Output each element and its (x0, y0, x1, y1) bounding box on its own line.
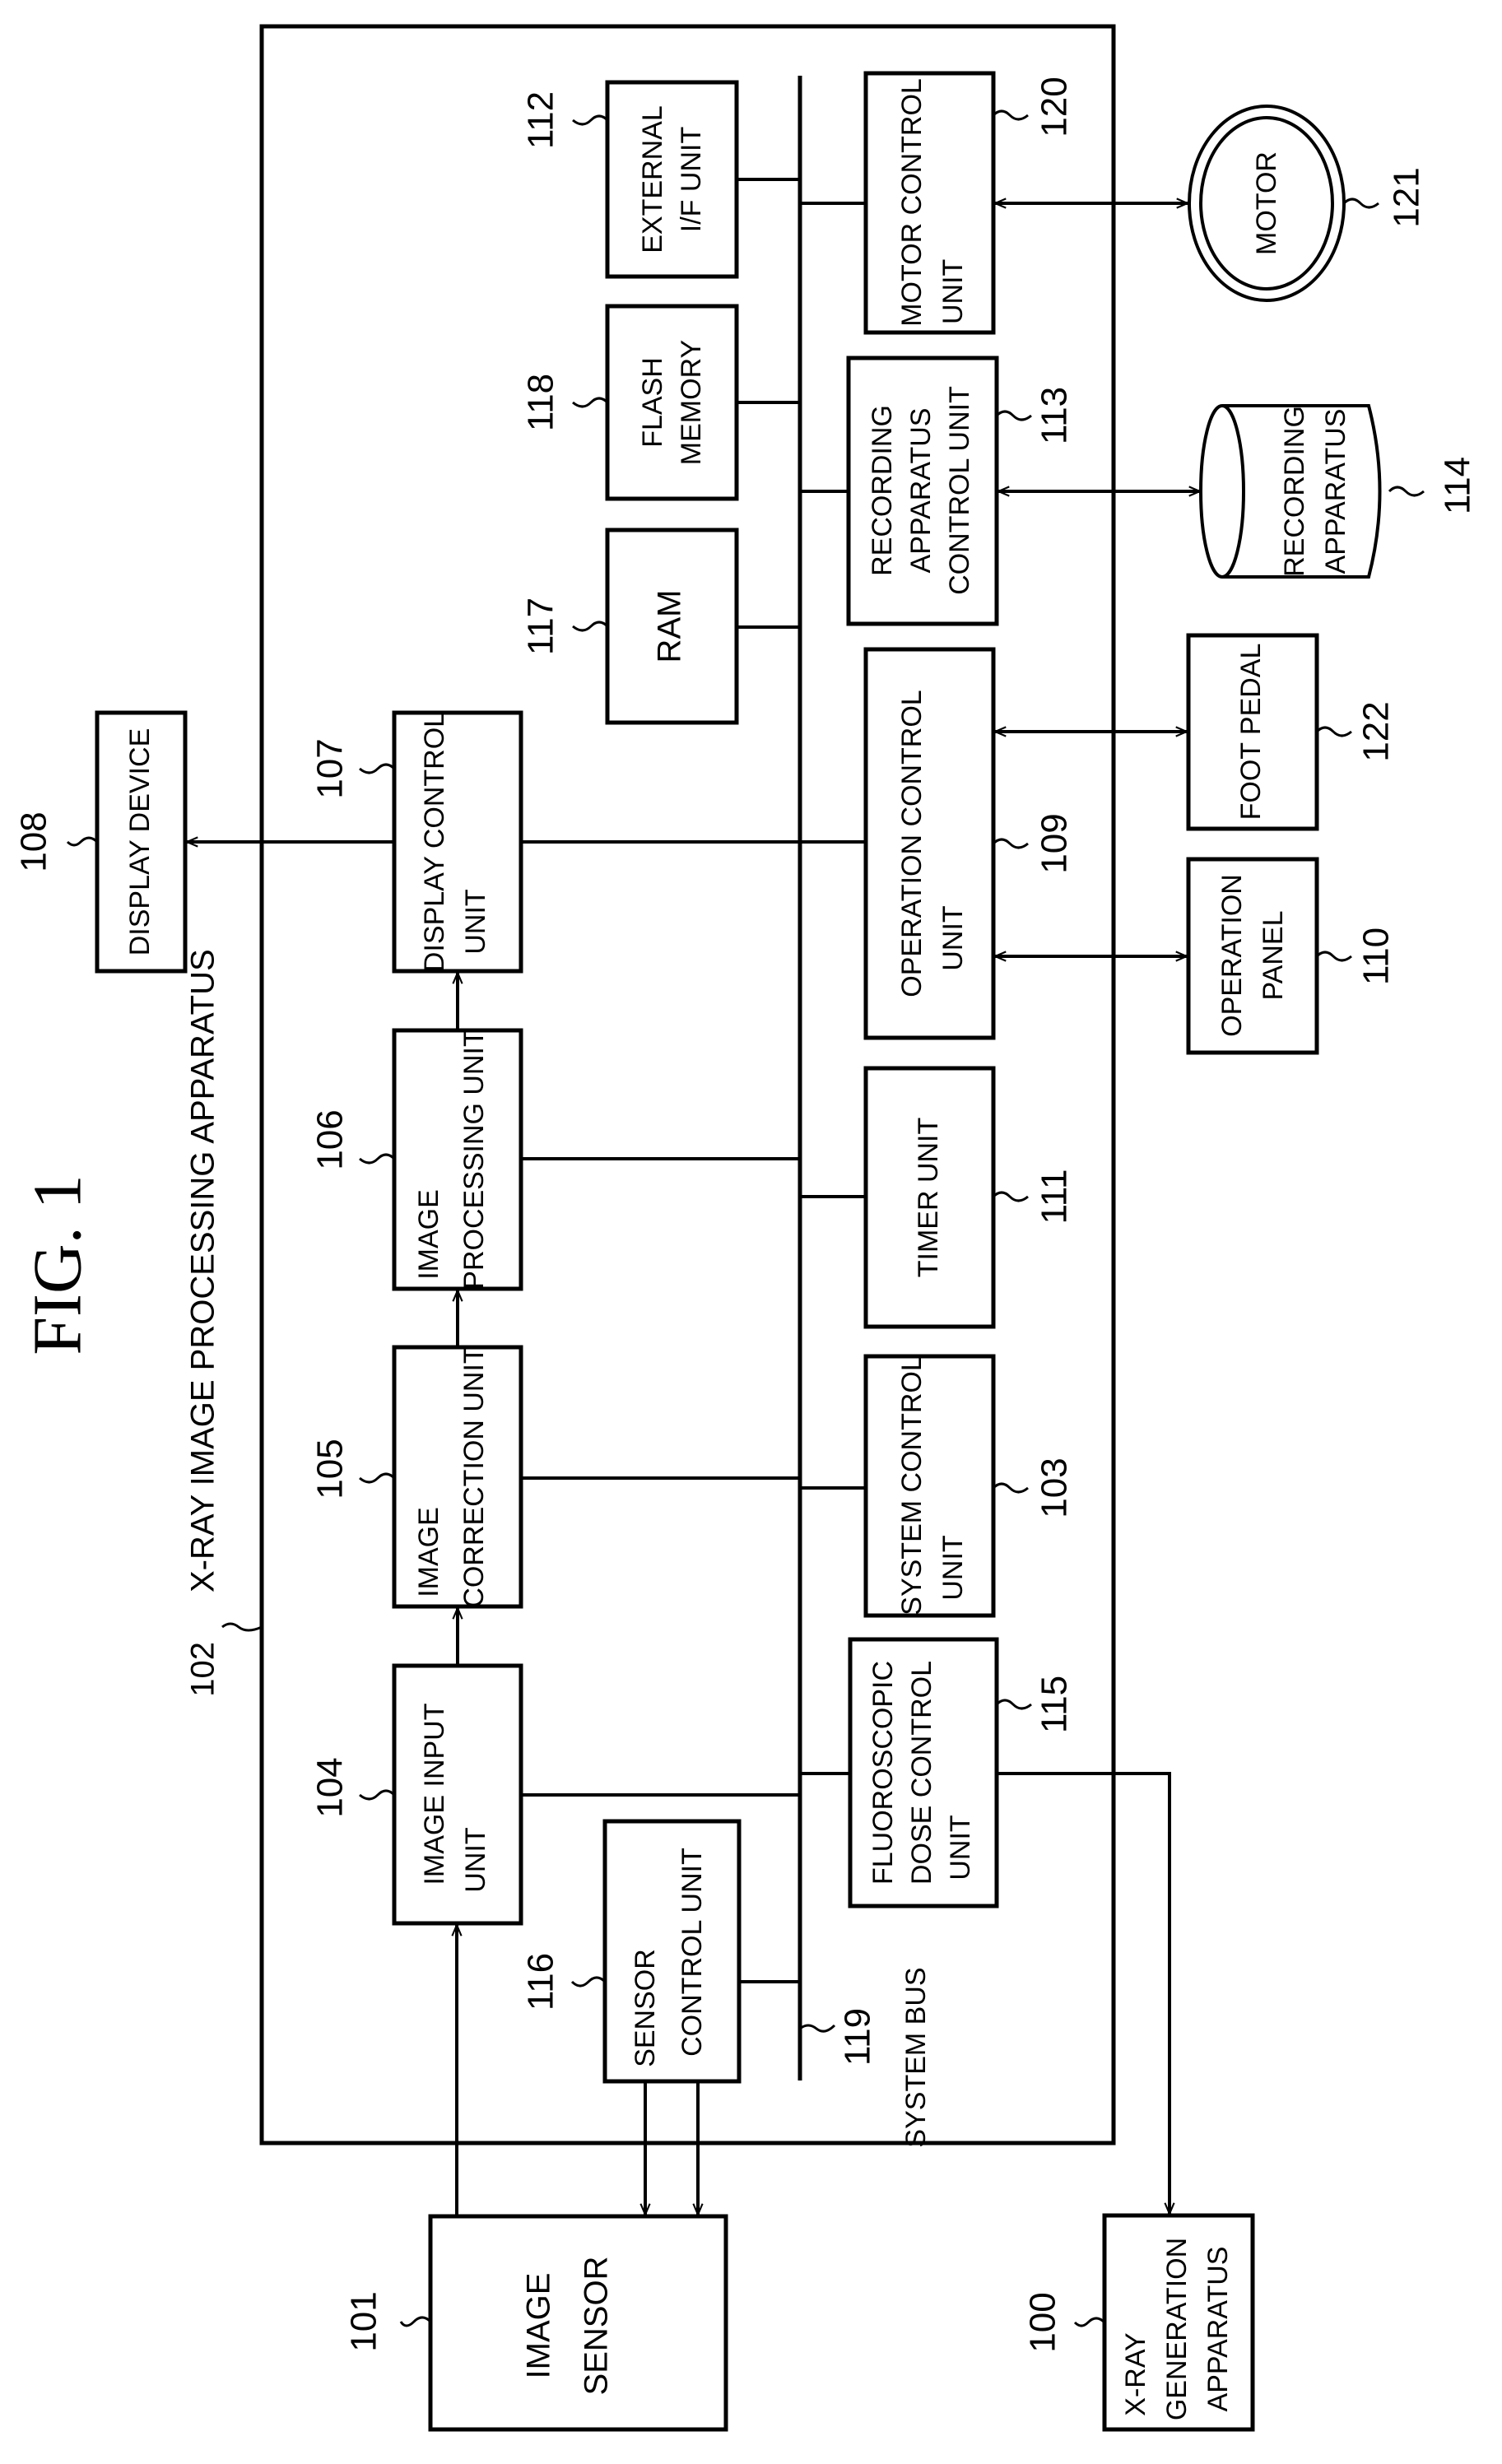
block-text: UNIT (460, 889, 491, 954)
ref-number: 111 (1035, 1169, 1075, 1225)
ref-number: 113 (1035, 387, 1075, 444)
ref-number: 112 (521, 91, 561, 149)
ref-number: 116 (521, 1953, 561, 2011)
block-text: RAM (652, 590, 688, 663)
arrow-fluoroscopic-to-xray (997, 1772, 1170, 2214)
ref-number: 114 (1438, 457, 1478, 514)
block-foot-pedal[interactable]: FOOT PEDAL 122 (1186, 633, 1397, 831)
block-text: IMAGE (413, 1189, 444, 1280)
block-image-processing[interactable]: IMAGE PROCESSING UNIT 106 (310, 1028, 523, 1291)
ref-number: 117 (521, 597, 561, 655)
block-timer[interactable]: TIMER UNIT 111 (863, 1066, 1075, 1329)
block-text: UNIT (945, 1815, 976, 1880)
block-text: APPARATUS (1320, 409, 1351, 574)
block-text: UNIT (937, 1535, 969, 1600)
ref-number: 107 (310, 738, 351, 798)
apparatus-ref: 102 (185, 1642, 221, 1697)
ref-number: 108 (14, 811, 54, 872)
block-text: OPERATION (1216, 874, 1248, 1037)
block-text: GENERATION (1161, 2238, 1193, 2420)
ref-number: 121 (1387, 167, 1427, 227)
block-text: OPERATION CONTROL (896, 690, 928, 997)
block-text: IMAGE (413, 1507, 444, 1597)
ref-number: 120 (1035, 77, 1075, 137)
apparatus-title: X-RAY IMAGE PROCESSING APPARATUS (185, 949, 221, 1592)
block-text: DISPLAY DEVICE (124, 728, 156, 956)
block-display-device[interactable]: DISPLAY DEVICE 108 (14, 710, 188, 974)
block-text: CONTROL UNIT (944, 386, 975, 595)
block-image-correction[interactable]: IMAGE CORRECTION UNIT 105 (310, 1345, 523, 1609)
ref-number: 100 (1023, 2292, 1063, 2352)
ref-number: 103 (1035, 1457, 1075, 1518)
block-flash-memory[interactable]: FLASH MEMORY 118 (521, 304, 739, 501)
block-text: MEMORY (676, 340, 707, 465)
block-text: APPARATUS (905, 408, 937, 574)
block-text: IMAGE (521, 2273, 557, 2379)
block-image-sensor[interactable]: IMAGE SENSOR 101 (344, 2214, 728, 2432)
block-text: X-RAY (1120, 2332, 1151, 2415)
block-text: DISPLAY CONTROL (419, 712, 450, 972)
block-text: EXTERNAL (637, 105, 668, 253)
block-operation-control[interactable]: OPERATION CONTROL UNIT 109 (863, 647, 1075, 1040)
block-motor[interactable]: MOTOR 121 (1188, 105, 1427, 302)
block-text: CORRECTION UNIT (458, 1346, 490, 1607)
block-ram[interactable]: RAM 117 (521, 528, 739, 725)
block-text: PANEL (1258, 911, 1289, 1001)
ref-number: 101 (344, 2291, 384, 2351)
ref-number: 105 (310, 1439, 351, 1499)
block-text: IMAGE INPUT (419, 1703, 450, 1885)
block-text: I/F UNIT (676, 127, 707, 232)
block-text: UNIT (937, 905, 969, 970)
system-bus-label: 119 SYSTEM BUS (799, 1967, 932, 2148)
block-text: FOOT PEDAL (1235, 644, 1267, 821)
block-text: DOSE CONTROL (906, 1661, 937, 1885)
system-bus-ref: 119 (838, 2008, 878, 2066)
block-external-if[interactable]: EXTERNAL I/F UNIT 112 (521, 80, 739, 279)
block-text: SYSTEM CONTROL (896, 1355, 928, 1615)
apparatus-leader (221, 1622, 263, 1632)
block-text: FLASH (637, 357, 668, 448)
block-recording-apparatus[interactable]: RECORDING APPARATUS 114 (1199, 404, 1478, 579)
ref-number: 110 (1356, 927, 1397, 985)
block-diagram: FIG. 1 102 X-RAY IMAGE PROCESSING APPARA… (14, 24, 1478, 2432)
ref-number: 104 (310, 1757, 351, 1817)
block-text: TIMER UNIT (913, 1118, 944, 1278)
block-text: SENSOR (579, 2257, 615, 2396)
figure-title: FIG. 1 (19, 1174, 95, 1355)
block-system-control[interactable]: SYSTEM CONTROL UNIT 103 (863, 1354, 1075, 1618)
block-text: APPARATUS (1202, 2247, 1234, 2412)
block-text: PROCESSING UNIT (458, 1030, 490, 1289)
ref-number: 118 (521, 374, 561, 431)
block-operation-panel[interactable]: OPERATION PANEL 110 (1186, 857, 1397, 1055)
block-text: MOTOR (1251, 151, 1282, 255)
block-text: UNIT (460, 1827, 491, 1892)
apparatus-label: 102 X-RAY IMAGE PROCESSING APPARATUS (185, 949, 263, 1697)
block-text: MOTOR CONTROL (896, 78, 928, 327)
ref-number: 109 (1035, 813, 1075, 873)
ref-number: 115 (1035, 1676, 1075, 1733)
system-bus-text: SYSTEM BUS (900, 1967, 932, 2147)
ref-number: 106 (310, 1109, 351, 1169)
block-text: RECORDING (1279, 406, 1310, 577)
block-xray-generation[interactable]: X-RAY GENERATION APPARATUS 100 (1023, 2213, 1255, 2432)
block-image-input[interactable]: IMAGE INPUT UNIT 104 (310, 1663, 523, 1926)
block-text: UNIT (937, 259, 969, 324)
block-text: CONTROL UNIT (677, 1848, 708, 2057)
block-text: FLUOROSCOPIC (867, 1661, 899, 1885)
block-text: SENSOR (630, 1949, 661, 2067)
block-sensor-control[interactable]: SENSOR CONTROL UNIT 116 (521, 1819, 742, 2084)
system-bus-leader (799, 2024, 836, 2033)
ref-number: 122 (1356, 701, 1397, 761)
block-text: RECORDING (867, 405, 898, 576)
